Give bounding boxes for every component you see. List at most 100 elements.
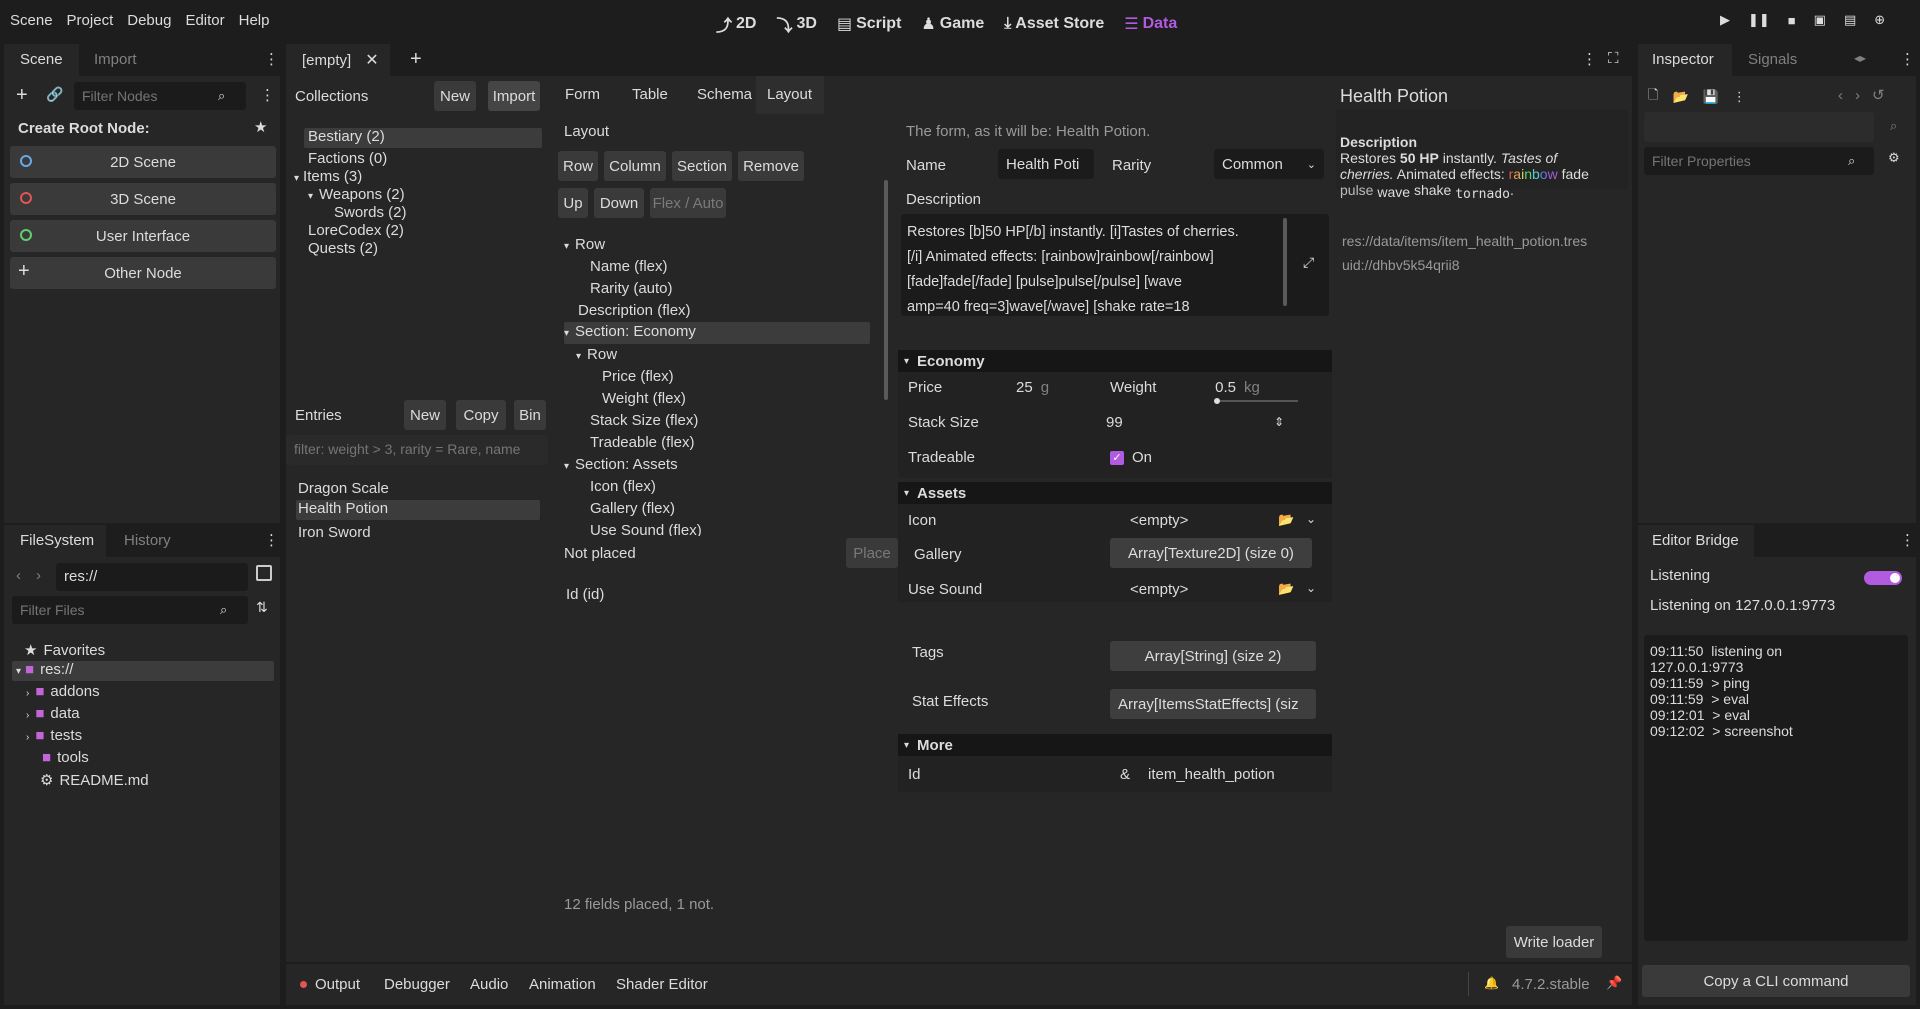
history-icon[interactable]: ↺	[1872, 86, 1885, 104]
play-scene-icon[interactable]: ▣	[1814, 12, 1826, 28]
layout-icon[interactable]: Icon (flex)	[590, 478, 656, 495]
distraction-free-icon[interactable]: ⛶	[1608, 50, 1619, 67]
description-text[interactable]: Restores [b]50 HP[/b] instantly. [i]Tast…	[907, 220, 1287, 320]
stop-icon[interactable]: ■	[1788, 13, 1796, 28]
economy-header[interactable]: ▾ Economy	[898, 350, 1332, 372]
place-button[interactable]: Place	[846, 538, 898, 568]
path-field[interactable]: res://	[56, 563, 248, 591]
copy-cli-button[interactable]: Copy a CLI command	[1642, 965, 1910, 997]
workspace-game[interactable]: ♟ Game	[921, 14, 984, 34]
tab-signals[interactable]: Signals	[1748, 51, 1797, 68]
collection-lorecodex[interactable]: LoreCodex (2)	[308, 222, 404, 239]
layout-name[interactable]: Name (flex)	[590, 258, 668, 275]
play-icon[interactable]: ▶	[1720, 12, 1730, 28]
filter-files[interactable]: ⌕	[12, 596, 248, 624]
tab-history[interactable]: History	[124, 532, 171, 549]
up-button[interactable]: Up	[558, 188, 588, 218]
collection-factions[interactable]: Factions (0)	[308, 150, 387, 167]
filter-nodes[interactable]: ⌕	[74, 82, 246, 110]
tab-debugger[interactable]: Debugger	[384, 976, 450, 993]
filter-properties-input[interactable]	[1652, 153, 1848, 169]
workspace-data[interactable]: ☰ Data	[1124, 14, 1177, 34]
2d-scene-button[interactable]: 2D Scene	[10, 146, 276, 178]
collection-bestiary[interactable]: Bestiary (2)	[304, 128, 542, 148]
bin-entry-button[interactable]: Bin	[514, 400, 546, 430]
new-collection-button[interactable]: New	[434, 81, 476, 111]
link-icon[interactable]: 🔗	[46, 86, 63, 103]
copy-entry-button[interactable]: Copy	[456, 400, 506, 430]
layout-section-economy[interactable]: ▾ Section: Economy	[564, 322, 870, 344]
layout-gallery[interactable]: Gallery (flex)	[590, 500, 675, 517]
dock-menu-icon[interactable]: ⋮	[1900, 531, 1915, 549]
weight-slider-grabber[interactable]	[1214, 398, 1220, 404]
user-interface-button[interactable]: User Interface	[10, 220, 276, 252]
editor-menu-icon[interactable]: ⋮	[1582, 50, 1597, 68]
menu-scene[interactable]: Scene	[10, 12, 53, 29]
weight-slider[interactable]	[1214, 398, 1298, 404]
name-field[interactable]: Health Poti	[998, 149, 1094, 179]
fs-readme[interactable]: ⚙ README.md	[40, 771, 149, 789]
fs-addons[interactable]: › ■ addons	[26, 683, 100, 700]
write-loader-button[interactable]: Write loader	[1506, 926, 1602, 958]
fs-favorites[interactable]: ★ Favorites	[24, 641, 105, 659]
section-button[interactable]: Section	[672, 151, 732, 181]
dock-menu-icon[interactable]: ⋮	[264, 50, 279, 68]
new-tab-icon[interactable]: +	[410, 48, 422, 71]
chevron-down-icon[interactable]: ⌄	[1306, 581, 1316, 595]
unplaced-id[interactable]: Id (id)	[566, 586, 604, 603]
dock-menu-icon[interactable]: ⋮	[1900, 50, 1915, 68]
listening-toggle[interactable]	[1864, 571, 1902, 585]
tradeable-checkbox[interactable]: ✓ On	[1110, 449, 1152, 466]
filter-files-input[interactable]	[20, 602, 220, 618]
stack-size-field[interactable]: 99 ⇕	[1098, 408, 1284, 436]
tab-filesystem[interactable]: FileSystem	[4, 525, 106, 557]
menu-project[interactable]: Project	[67, 12, 114, 29]
id-value[interactable]: item_health_potion	[1148, 766, 1275, 783]
collection-weapons[interactable]: ▾ Weapons (2)	[308, 186, 405, 203]
menu-debug[interactable]: Debug	[127, 12, 171, 29]
remove-button[interactable]: Remove	[738, 151, 804, 181]
tab-output[interactable]: Output	[300, 976, 360, 993]
description-scrollbar[interactable]	[1283, 218, 1287, 306]
tab-animation[interactable]: Animation	[529, 976, 596, 993]
object-path-field[interactable]	[1644, 112, 1874, 142]
load-icon[interactable]: 📂	[1278, 512, 1294, 528]
workspace-2d[interactable]: ⤴ 2D	[716, 12, 756, 36]
tab-schema[interactable]: Schema	[697, 86, 752, 103]
layout-row[interactable]: ▾ Row	[564, 236, 605, 253]
more-icon[interactable]: ⋮	[1733, 89, 1746, 105]
tab-form[interactable]: Form	[565, 86, 600, 103]
play-custom-icon[interactable]: ▤	[1844, 12, 1856, 28]
stat-effects-array-button[interactable]: Array[ItemsStatEffects] (siz	[1110, 689, 1316, 719]
tab-import[interactable]: Import	[94, 51, 137, 68]
collection-items[interactable]: ▾ Items (3)	[294, 168, 362, 185]
back-icon[interactable]: ‹	[1838, 87, 1843, 104]
fs-tests[interactable]: › ■ tests	[26, 727, 82, 744]
add-node-icon[interactable]: +	[16, 84, 28, 107]
layout-price[interactable]: Price (flex)	[602, 368, 674, 385]
flex-auto-button[interactable]: Flex / Auto	[650, 188, 726, 218]
layout-rarity[interactable]: Rarity (auto)	[590, 280, 673, 297]
filter-properties[interactable]: ⌕	[1644, 147, 1874, 175]
doc-search-icon[interactable]: ⌕	[1890, 118, 1897, 134]
gallery-array-button[interactable]: Array[Texture2D] (size 0)	[1110, 538, 1312, 568]
assets-header[interactable]: ▾ Assets	[898, 482, 1332, 504]
workspace-asset-store[interactable]: ⤓ Asset Store	[1004, 15, 1104, 33]
workspace-script[interactable]: ▤ Script	[837, 14, 901, 34]
back-icon[interactable]: ‹	[16, 567, 21, 584]
layout-description[interactable]: Description (flex)	[578, 302, 691, 319]
load-icon[interactable]: 📂	[1672, 89, 1688, 105]
workspace-3d[interactable]: ⤵ 3D	[776, 12, 816, 36]
collection-swords[interactable]: Swords (2)	[334, 204, 407, 221]
notification-icon[interactable]: 🔔	[1484, 976, 1499, 990]
expand-icon[interactable]: ⤢	[1303, 254, 1314, 271]
3d-scene-button[interactable]: 3D Scene	[10, 183, 276, 215]
tags-array-button[interactable]: Array[String] (size 2)	[1110, 641, 1316, 671]
menu-editor[interactable]: Editor	[185, 12, 224, 29]
fs-res-root[interactable]: ▾ ■ res://	[12, 661, 274, 681]
entries-filter-input[interactable]	[294, 441, 540, 457]
entry-iron-sword[interactable]: Iron Sword	[298, 524, 371, 541]
bridge-log[interactable]: 09:11:50 listening on 127.0.0.1:9773 09:…	[1644, 635, 1908, 941]
price-field[interactable]: 25 g	[1016, 379, 1049, 396]
more-header[interactable]: ▾ More	[898, 734, 1332, 756]
